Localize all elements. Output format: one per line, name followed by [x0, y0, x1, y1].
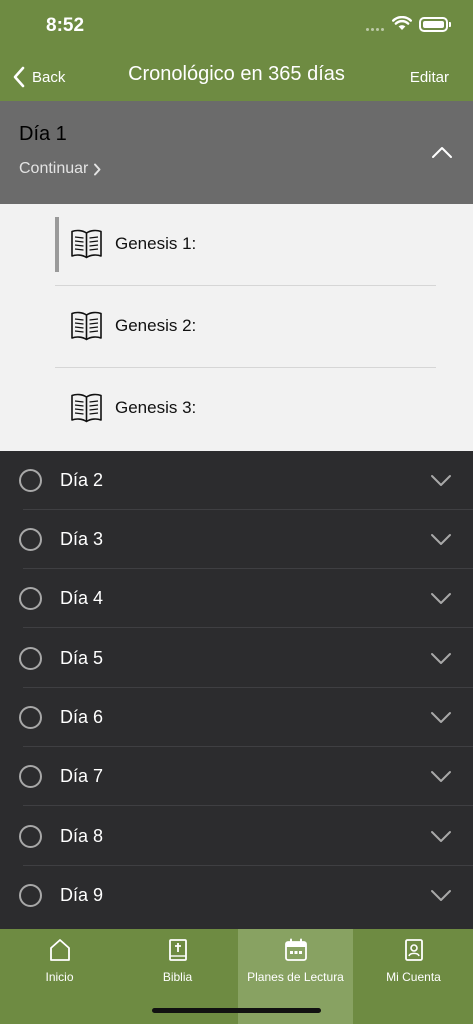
home-icon	[49, 939, 70, 961]
day-row[interactable]: Día 9	[0, 866, 473, 925]
day-row[interactable]: Día 8	[0, 807, 473, 866]
tab-label: Planes de Lectura	[247, 970, 344, 984]
day-row[interactable]: Día 5	[0, 629, 473, 688]
open-book-icon	[71, 229, 102, 259]
tab-label: Inicio	[45, 970, 74, 984]
day-label: Día 4	[60, 588, 104, 608]
tab-label: Mi Cuenta	[386, 970, 441, 984]
day-label: Día 8	[60, 826, 104, 846]
completion-circle-icon[interactable]	[19, 469, 42, 492]
chevron-down-icon	[431, 593, 451, 604]
continue-button[interactable]: Continuar	[19, 160, 101, 178]
chevron-down-icon	[431, 831, 451, 842]
day-row[interactable]: Día 6	[0, 688, 473, 747]
day-row[interactable]: Día 4	[0, 569, 473, 628]
bible-icon	[168, 939, 187, 961]
completion-circle-icon[interactable]	[19, 825, 42, 848]
divider	[23, 805, 473, 806]
back-button[interactable]: Back	[12, 62, 65, 92]
home-indicator	[152, 1008, 321, 1013]
chevron-down-icon	[431, 890, 451, 901]
completion-circle-icon[interactable]	[19, 587, 42, 610]
open-book-icon	[71, 393, 102, 423]
day-1-header[interactable]	[0, 101, 473, 204]
day-row[interactable]: Día 7	[0, 747, 473, 806]
day-label: Día 3	[60, 529, 104, 549]
day-label: Día 9	[60, 885, 104, 905]
day-label: Día 2	[60, 470, 104, 490]
wifi-icon	[392, 16, 412, 30]
readings-list: Genesis 1: Genesis 2: Genesis 3:	[0, 204, 473, 451]
chevron-down-icon	[431, 534, 451, 545]
tab-label: Biblia	[162, 970, 193, 984]
completion-circle-icon[interactable]	[19, 528, 42, 551]
day-title: Día 1	[19, 123, 67, 145]
edit-button[interactable]: Editar	[410, 69, 449, 86]
reading-label: Genesis 3:	[115, 398, 197, 417]
tab-mi-cuenta[interactable]: Mi Cuenta	[356, 929, 471, 1024]
chevron-down-icon	[431, 771, 451, 782]
current-reading-indicator	[55, 217, 59, 272]
reading-item[interactable]: Genesis 3:	[55, 368, 436, 450]
chevron-down-icon	[431, 475, 451, 486]
top-bar: 8:52 Back Cronológico en 365 días Editar	[0, 0, 473, 101]
account-icon	[404, 939, 423, 961]
open-book-icon	[71, 311, 102, 341]
chevron-left-icon	[13, 66, 25, 88]
back-label: Back	[32, 68, 66, 86]
reading-label: Genesis 1:	[115, 234, 197, 253]
signal-icon	[366, 28, 386, 32]
status-time: 8:52	[46, 15, 85, 36]
divider	[23, 627, 473, 628]
chevron-right-icon	[94, 163, 101, 175]
day-row[interactable]: Día 3	[0, 510, 473, 569]
day-row[interactable]: Día 2	[0, 451, 473, 510]
completion-circle-icon[interactable]	[19, 765, 42, 788]
tab-inicio[interactable]: Inicio	[2, 929, 117, 1024]
chevron-up-icon[interactable]	[431, 145, 453, 159]
reading-item[interactable]: Genesis 2:	[55, 286, 436, 368]
day-label: Día 7	[60, 766, 104, 786]
day-label: Día 6	[60, 707, 104, 727]
continue-label: Continuar	[19, 160, 89, 177]
chevron-down-icon	[431, 653, 451, 664]
battery-icon	[419, 17, 451, 32]
reading-item[interactable]: Genesis 1:	[55, 204, 436, 286]
calendar-icon	[284, 938, 307, 961]
day-label: Día 5	[60, 648, 104, 668]
chevron-down-icon	[431, 712, 451, 723]
page-title: Cronológico en 365 días	[128, 63, 345, 85]
completion-circle-icon[interactable]	[19, 706, 42, 729]
completion-circle-icon[interactable]	[19, 647, 42, 670]
completion-circle-icon[interactable]	[19, 884, 42, 907]
reading-label: Genesis 2:	[115, 316, 197, 335]
